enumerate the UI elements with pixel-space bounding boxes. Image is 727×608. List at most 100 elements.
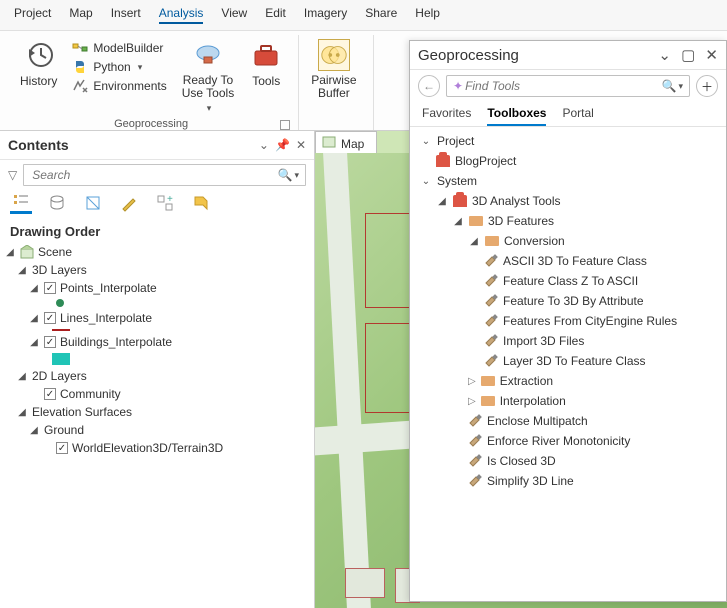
map-icon [322,135,336,152]
tool-item[interactable]: ASCII 3D To Feature Class [410,251,726,271]
toolbox-icon [250,39,282,71]
3d-analyst-node[interactable]: ◢3D Analyst Tools [410,191,726,211]
buildings-layer[interactable]: ◢✓Buildings_Interpolate [4,333,310,351]
python-button[interactable]: Python ▾ [69,58,169,76]
close-icon[interactable]: ✕ [705,47,718,64]
modelbuilder-label: ModelBuilder [93,41,163,55]
ground-node[interactable]: ◢Ground [4,421,310,439]
menu-analysis[interactable]: Analysis [159,6,204,24]
tool-item[interactable]: Features From CityEngine Rules [410,311,726,331]
sparkle-icon: ✦ [453,79,463,93]
dialog-launcher-icon[interactable] [280,120,290,130]
chevron-down-icon[interactable]: ▾ [294,170,299,181]
tool-label: Enforce River Monotonicity [487,434,630,448]
tab-portal[interactable]: Portal [562,106,593,126]
menu-imagery[interactable]: Imagery [304,6,347,24]
history-icon [23,39,55,71]
terrain-layer[interactable]: ✓WorldElevation3D/Terrain3D [4,439,310,457]
close-icon[interactable]: ✕ [296,138,306,152]
gp-search[interactable]: ✦ 🔍 ▾ [446,75,690,97]
menu-map[interactable]: Map [69,6,92,24]
tool-item[interactable]: Feature To 3D By Attribute [410,291,726,311]
chevron-down-icon[interactable]: ▾ [678,81,683,92]
environments-button[interactable]: Environments [69,77,169,95]
modelbuilder-button[interactable]: ModelBuilder [69,39,169,57]
history-label: History [20,74,57,88]
python-icon [72,59,88,75]
hammer-icon [468,434,482,448]
tab-favorites[interactable]: Favorites [422,106,471,126]
restore-icon[interactable]: ▢ [681,47,695,64]
lines-layer[interactable]: ◢✓Lines_Interpolate [4,309,310,327]
menu-share[interactable]: Share [365,6,397,24]
3d-features-node[interactable]: ◢3D Features [410,211,726,231]
tools-button[interactable]: Tools [242,37,290,90]
extraction-node[interactable]: ▷Extraction [410,371,726,391]
contents-search-input[interactable] [30,167,277,183]
tool-label: Feature To 3D By Attribute [503,294,644,308]
toolset-icon [481,396,495,406]
tool-item[interactable]: Layer 3D To Feature Class [410,351,726,371]
project-node[interactable]: ⌄Project [410,131,726,151]
contents-tree: ◢Scene ◢3D Layers ◢✓Points_Interpolate ◢… [0,243,314,465]
pin-icon[interactable]: 📌 [275,138,290,152]
search-icon[interactable]: 🔍 [662,79,677,93]
list-by-source-button[interactable] [46,192,68,214]
checkbox-icon[interactable]: ✓ [44,282,56,294]
tool-item[interactable]: Feature Class Z To ASCII [410,271,726,291]
history-button[interactable]: History [12,37,65,90]
list-by-editing-button[interactable] [118,192,140,214]
menu-help[interactable]: Help [415,6,440,24]
menu-project[interactable]: Project [14,6,51,24]
elevation-surfaces-node[interactable]: ◢Elevation Surfaces [4,403,310,421]
community-layer[interactable]: ✓Community [4,385,310,403]
tool-item[interactable]: Is Closed 3D [410,451,726,471]
points-layer[interactable]: ◢✓Points_Interpolate [4,279,310,297]
environments-label: Environments [93,79,166,93]
tool-item[interactable]: Simplify 3D Line [410,471,726,491]
gp-search-input[interactable] [463,78,661,94]
menu-edit[interactable]: Edit [265,6,286,24]
menu-view[interactable]: View [221,6,247,24]
add-button[interactable]: ＋ [696,75,718,97]
map-tab[interactable]: Map [315,131,377,155]
search-icon[interactable]: 🔍 [278,168,293,182]
lines-swatch [52,329,70,331]
tab-toolboxes[interactable]: Toolboxes [487,106,546,126]
ready-to-use-button[interactable]: Ready To Use Tools▾ [174,37,242,116]
list-by-drawing-order-button[interactable] [10,192,32,214]
tool-item[interactable]: Enforce River Monotonicity [410,431,726,451]
list-by-snapping-button[interactable]: + [154,192,176,214]
checkbox-icon[interactable]: ✓ [44,312,56,324]
chevron-down-icon[interactable]: ⌄ [658,47,671,64]
checkbox-icon[interactable]: ✓ [44,388,56,400]
list-by-selection-button[interactable] [82,192,104,214]
2d-layers-node[interactable]: ◢2D Layers [4,367,310,385]
system-node[interactable]: ⌄System [410,171,726,191]
hammer-icon [484,314,498,328]
tool-label: ASCII 3D To Feature Class [503,254,647,268]
hammer-icon [484,354,498,368]
scene-node[interactable]: ◢Scene [4,243,310,261]
3d-layers-node[interactable]: ◢3D Layers [4,261,310,279]
chevron-down-icon[interactable]: ⌄ [259,138,269,152]
hammer-icon [484,334,498,348]
tool-label: Feature Class Z To ASCII [503,274,638,288]
hammer-icon [484,274,498,288]
blogproject-node[interactable]: BlogProject [410,151,726,171]
contents-search[interactable]: 🔍 ▾ [23,164,306,186]
pairwise-buffer-button[interactable]: Pairwise Buffer [303,37,364,102]
filter-icon[interactable]: ▽ [8,168,17,182]
menu-insert[interactable]: Insert [111,6,141,24]
scene-icon [20,245,34,259]
interpolation-node[interactable]: ▷Interpolation [410,391,726,411]
back-button[interactable]: ← [418,75,440,97]
list-by-labeling-button[interactable] [190,192,212,214]
conversion-node[interactable]: ◢Conversion [410,231,726,251]
modelbuilder-icon [72,40,88,56]
checkbox-icon[interactable]: ✓ [56,442,68,454]
checkbox-icon[interactable]: ✓ [44,336,56,348]
tool-item[interactable]: Enclose Multipatch [410,411,726,431]
tool-item[interactable]: Import 3D Files [410,331,726,351]
contents-title: Contents [8,137,69,153]
